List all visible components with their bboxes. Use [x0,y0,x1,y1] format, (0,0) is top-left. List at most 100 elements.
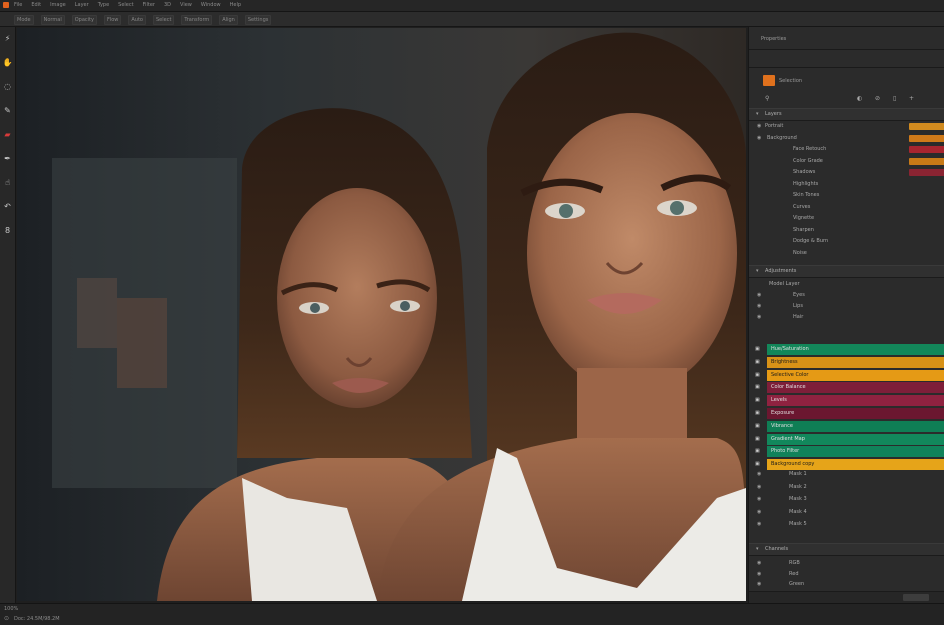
section-adjustments[interactable]: ▾ Adjustments [749,265,944,278]
wand-icon[interactable]: ⚡ [2,33,13,44]
eye-icon[interactable]: ◉ [757,123,761,129]
layer-name: Mask 1 [789,471,807,477]
type-icon[interactable]: 8 [2,225,13,236]
layer-row[interactable]: Model Layer [749,279,944,290]
menu-item[interactable]: Image [50,1,66,10]
section-channels[interactable]: ▾ Channels [749,543,944,556]
layer-row[interactable]: ◉ Eyes [749,290,944,301]
eye-icon[interactable]: ◉ [757,314,761,320]
layer-row[interactable]: ◉ Mask 1 [749,469,944,480]
adjustment-layer-row[interactable]: ▣ Selective Color [755,369,944,381]
section-label: Adjustments [765,268,797,274]
adjustment-layer-row[interactable]: ▣ Vibrance [755,420,944,432]
zoom-level[interactable]: 100% [4,606,18,612]
menu-item[interactable]: File [14,1,22,10]
layer-row[interactable]: ◉ Red [749,569,944,580]
eye-icon[interactable]: ◉ [757,521,761,527]
app-logo-icon [3,2,9,8]
layer-color-tag [909,123,944,130]
menu-item[interactable]: Help [230,1,241,10]
hand-icon[interactable]: ✋ [2,57,13,68]
eye-icon[interactable]: ◉ [757,509,761,515]
option-control[interactable]: Auto [128,15,146,25]
layer-row[interactable]: Face Retouch [749,144,944,155]
option-control[interactable]: Select [152,15,175,25]
history-icon[interactable]: ↶ [2,201,13,212]
layer-name: Lips [793,303,803,309]
adjustment-layer-row[interactable]: ▣ Color Balance [755,382,944,394]
adjust-icon[interactable]: ◐ [857,95,862,102]
adjustment-layer-row[interactable]: ▣ Gradient Map [755,433,944,445]
color-swatch[interactable] [763,75,775,86]
layer-row[interactable]: ◉ Green [749,579,944,590]
layer-row[interactable]: ◉ Mask 4 [749,507,944,518]
menu-item[interactable]: View [180,1,192,10]
tools-panel: ⚡ ✋ ◌ ✎ ▰ ✒ ☝ ↶ 8 [0,27,16,603]
menu-item[interactable]: Type [98,1,109,10]
layer-row[interactable]: Sharpen [749,225,944,236]
layer-row[interactable]: ◉ Mask 2 [749,482,944,493]
layer-name: Skin Tones [793,192,820,198]
adjustment-layer-row[interactable]: ▣ Photo Filter [755,446,944,458]
adjustment-layer-row[interactable]: ▣ Levels [755,395,944,407]
layer-row[interactable]: ◉ Hair [749,312,944,323]
image-canvas[interactable] [17,28,746,601]
eye-icon[interactable]: ◉ [757,471,761,477]
eye-icon[interactable]: ◉ [757,292,761,298]
eye-icon[interactable]: ◉ [757,135,761,141]
option-control[interactable]: Flow [103,15,122,25]
option-control[interactable]: Align [219,15,238,25]
option-control[interactable]: Settings [244,15,272,25]
adjustment-layer-row[interactable]: ▣ Brightness [755,356,944,368]
layer-row[interactable]: Shadows [749,167,944,178]
lock-icon[interactable]: ▯ [893,95,896,102]
layer-row[interactable]: Dodge & Burn [749,236,944,247]
menu-item[interactable]: Layer [75,1,89,10]
section-layers[interactable]: ▾ Layers [749,108,944,121]
adjustment-layer-row[interactable]: ▣ Exposure [755,408,944,419]
layer-name: RGB [789,560,800,566]
panel-tab[interactable]: Properties [761,36,786,42]
layer-row[interactable]: Noise [749,248,944,259]
option-control[interactable]: Opacity [71,15,97,25]
eye-icon[interactable]: ◉ [757,560,761,566]
layer-name: Eyes [793,292,805,298]
menu-item[interactable]: Select [118,1,133,10]
adjustment-layer-row[interactable]: ▣ Hue/Saturation [755,344,944,355]
layer-row[interactable]: Highlights [749,179,944,190]
option-control[interactable]: Transform [181,15,213,25]
layer-row[interactable]: ◉ Mask 3 [749,494,944,505]
layer-row[interactable]: ◉ Mask 5 [749,519,944,530]
layer-row[interactable]: Curves [749,202,944,213]
layer-row[interactable]: Color Grade [749,156,944,167]
layer-row[interactable]: Vignette [749,213,944,224]
option-control[interactable]: Normal [40,15,65,25]
eye-icon[interactable]: ◉ [757,581,761,587]
eraser-icon[interactable]: ▰ [2,129,13,140]
eye-icon[interactable]: ◉ [757,484,761,490]
eye-icon[interactable]: ◉ [757,571,761,577]
link-icon[interactable]: ⊘ [875,95,880,102]
menu-item[interactable]: 3D [164,1,171,10]
layer-row[interactable]: Skin Tones [749,190,944,201]
layer-row[interactable]: ◉ Portrait [749,121,944,132]
layer-row[interactable]: ◉ Lips [749,301,944,312]
layer-row[interactable]: ◉ Background [749,133,944,144]
panel-action-button[interactable] [903,594,929,601]
pen-icon[interactable]: ✒ [2,153,13,164]
brush-icon[interactable]: ✎ [2,105,13,116]
option-control[interactable]: Mode [14,15,34,25]
search-icon[interactable]: ⚲ [765,95,769,102]
menu-item[interactable]: Edit [31,1,41,10]
smudge-icon[interactable]: ☝ [2,177,13,188]
layer-row[interactable]: ◉ RGB [749,558,944,569]
lasso-icon[interactable]: ◌ [2,81,13,92]
menu-item[interactable]: Window [201,1,221,10]
menu-item[interactable]: Filter [143,1,155,10]
layer-name: Background [767,134,797,141]
eye-icon[interactable]: ◉ [757,303,761,309]
add-icon[interactable]: + [909,95,914,102]
eye-icon[interactable]: ◉ [757,496,761,502]
swatch-label: Selection [779,78,803,84]
layer-name: Mask 2 [789,483,807,490]
